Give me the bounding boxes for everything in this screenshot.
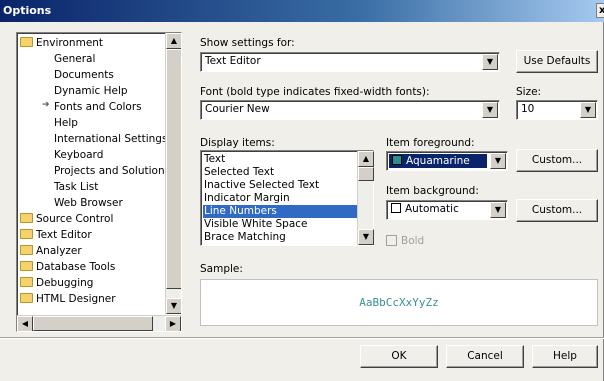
help-button[interactable]: Help [532,345,598,368]
tree-item-debugging[interactable]: Debugging [20,276,93,291]
scroll-thumb[interactable] [33,316,153,331]
scroll-up-icon[interactable]: ▲ [166,33,181,49]
options-dialog: Options x Environment General Documents … [0,0,604,381]
scroll-down-icon[interactable]: ▼ [358,229,374,245]
item-foreground-label: Item foreground: [386,137,475,149]
tree-item-task-list[interactable]: Task List [54,180,98,195]
tree-item-analyzer[interactable]: Analyzer [20,244,82,259]
tree-horizontal-scrollbar[interactable]: ◀ ▶ [17,315,181,331]
tree-item-help[interactable]: Help [54,116,78,131]
custom-foreground-button[interactable]: Custom... [516,149,598,172]
tree-item-database-tools[interactable]: Database Tools [20,260,115,275]
list-item[interactable]: Brace Matching [203,231,358,244]
cancel-button[interactable]: Cancel [446,345,524,368]
display-items-label: Display items: [200,137,275,149]
folder-icon [20,213,33,223]
category-tree[interactable]: Environment General Documents Dynamic He… [16,32,182,332]
scroll-down-icon[interactable]: ▼ [166,298,181,314]
item-foreground-value: Aquamarine [389,154,487,168]
tree-item-general[interactable]: General [54,52,95,67]
tree-item-projects-and-solutions[interactable]: Projects and Solutions [54,164,170,179]
tree-item-source-control[interactable]: Source Control [20,212,113,227]
color-swatch-icon [391,203,401,213]
chevron-down-icon[interactable]: ▼ [490,202,506,218]
sample-label: Sample: [200,263,243,275]
show-settings-select[interactable]: Text Editor ▼ [200,52,500,72]
bold-checkbox[interactable]: Bold [386,235,424,247]
ok-button[interactable]: OK [360,345,438,368]
tree-item-dynamic-help[interactable]: Dynamic Help [54,84,128,99]
folder-open-icon [20,37,33,47]
chevron-down-icon[interactable]: ▼ [580,102,596,118]
tree-item-international-settings[interactable]: International Settings [54,132,167,147]
list-item-selected[interactable]: Line Numbers [203,205,358,218]
custom-background-button[interactable]: Custom... [516,199,598,222]
item-background-label: Item background: [386,185,479,197]
scroll-thumb[interactable] [358,167,374,181]
folder-icon [20,293,33,303]
size-label: Size: [516,86,542,98]
tree-item-web-browser[interactable]: Web Browser [54,196,123,211]
use-defaults-button[interactable]: Use Defaults [516,50,598,73]
list-item[interactable]: Selected Text [203,166,358,179]
tree-item-documents[interactable]: Documents [54,68,114,83]
window-title: Options [3,4,52,17]
chevron-down-icon[interactable]: ▼ [482,54,498,70]
tree-item-text-editor[interactable]: Text Editor [20,228,92,243]
sample-preview: AaBbCcXxYyZz [200,279,598,326]
list-item[interactable]: Indicator Margin [203,192,358,205]
color-swatch-icon [392,155,402,165]
item-foreground-select[interactable]: Aquamarine ▼ [386,151,508,171]
chevron-down-icon[interactable]: ▼ [490,153,506,169]
show-settings-label: Show settings for: [200,37,295,49]
size-select[interactable]: 10 ▼ [516,100,598,120]
divider [0,337,604,339]
tree-item-keyboard[interactable]: Keyboard [54,148,103,163]
list-item[interactable]: Text [203,153,358,166]
list-vertical-scrollbar[interactable]: ▲ ▼ [357,151,374,245]
item-background-select[interactable]: Automatic ▼ [386,200,508,220]
tree-vertical-scrollbar[interactable]: ▲ ▼ [165,33,181,314]
current-page-arrow-icon: ➔ [42,100,50,110]
tree-item-html-designer[interactable]: HTML Designer [20,292,116,307]
scroll-left-icon[interactable]: ◀ [17,316,33,331]
tree-item-fonts-and-colors[interactable]: Fonts and Colors [54,100,142,115]
font-label: Font (bold type indicates fixed-width fo… [200,86,430,98]
tree-item-environment[interactable]: Environment [20,36,103,51]
folder-icon [20,245,33,255]
scroll-thumb[interactable] [166,49,181,289]
close-button[interactable]: x [596,3,604,18]
folder-icon [20,261,33,271]
scroll-right-icon[interactable]: ▶ [165,316,181,331]
chevron-down-icon[interactable]: ▼ [482,102,498,118]
display-items-list[interactable]: Text Selected Text Inactive Selected Tex… [200,150,374,246]
folder-icon [20,277,33,287]
scroll-up-icon[interactable]: ▲ [358,151,374,167]
font-select[interactable]: Courier New ▼ [200,100,500,120]
checkbox-icon [386,235,397,246]
list-item[interactable]: Visible White Space [203,218,358,231]
folder-icon [20,229,33,239]
list-item[interactable]: Inactive Selected Text [203,179,358,192]
title-bar: Options x [0,0,604,22]
